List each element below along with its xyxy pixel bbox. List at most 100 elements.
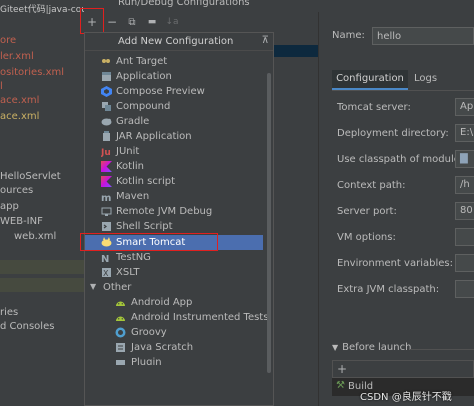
remove-config-button[interactable]: −: [104, 14, 120, 30]
vm-options-field[interactable]: [455, 228, 474, 246]
context-path-field[interactable]: /h: [455, 176, 474, 194]
popup-item-plugin[interactable]: Plugin: [85, 355, 263, 365]
popup-item-xslt[interactable]: X XSLT: [85, 265, 263, 280]
popup-item-junit[interactable]: Ju JUnit: [85, 144, 263, 159]
compound-icon: [102, 102, 111, 111]
popup-item-gradle[interactable]: Gradle: [85, 114, 263, 129]
svg-text:m: m: [101, 193, 111, 202]
folder-button[interactable]: ▬: [144, 14, 160, 30]
before-launch-section[interactable]: ▼ Before launch: [332, 342, 411, 353]
popup-item-android-instrumented-tests[interactable]: Android Instrumented Tests: [85, 310, 268, 325]
kotlin-icon: [101, 161, 112, 172]
tree-item[interactable]: web.xml: [14, 230, 56, 244]
popup-title: Add New Configuration: [118, 36, 234, 47]
maven-icon: m: [101, 193, 111, 202]
tab-logs[interactable]: Logs: [414, 70, 437, 90]
tree-item[interactable]: ler.xml: [0, 50, 34, 64]
environment-variables-field[interactable]: [455, 254, 474, 272]
popup-item-label: Maven: [116, 191, 150, 202]
popup-item-compound[interactable]: Compound: [85, 99, 263, 114]
popup-item-kotlin[interactable]: Kotlin: [85, 159, 263, 174]
name-input[interactable]: [372, 27, 474, 45]
tree-item[interactable]: l: [0, 80, 3, 94]
config-list-selected-row[interactable]: [274, 45, 318, 57]
before-launch-toolbar: +: [332, 360, 474, 378]
deployment-directory-field[interactable]: E:\: [455, 124, 474, 142]
popup-item-kotlin-script[interactable]: Kotlin script: [85, 174, 263, 189]
svg-text:Ju: Ju: [101, 148, 111, 157]
compose-icon: [101, 86, 112, 97]
before-launch-label: Before launch: [342, 342, 412, 353]
shell-icon: [102, 222, 111, 231]
classpath-module-label: Use classpath of module:: [337, 154, 464, 165]
popup-group-other[interactable]: ▼ Other: [85, 280, 263, 295]
extra-jvm-classpath-field[interactable]: [455, 280, 474, 298]
sort-button[interactable]: ↓a: [164, 14, 180, 30]
popup-item-java-scratch[interactable]: Java Scratch: [85, 340, 263, 355]
popup-item-label: Application: [116, 71, 172, 82]
tree-row-highlight: [0, 278, 84, 292]
popup-item-label: Remote JVM Debug: [116, 206, 213, 217]
popup-item-application[interactable]: Application: [85, 69, 263, 84]
popup-item-label: Shell Script: [116, 221, 173, 232]
tree-item[interactable]: ace.xml: [0, 94, 39, 108]
remote-debug-icon: [101, 207, 112, 216]
popup-item-groovy[interactable]: Groovy: [85, 325, 263, 340]
xslt-icon: X: [102, 268, 111, 278]
config-list[interactable]: [274, 32, 318, 406]
tree-item[interactable]: app: [0, 200, 19, 214]
window-title: Run/Debug Configurations: [118, 0, 250, 8]
popup-item-label: JUnit: [116, 146, 140, 157]
jar-icon: [103, 131, 110, 141]
vm-options-label: VM options:: [337, 232, 396, 243]
chevron-down-icon: ▼: [332, 343, 339, 352]
popup-item-maven[interactable]: m Maven: [85, 189, 263, 204]
popup-item-shell-script[interactable]: Shell Script: [85, 219, 263, 234]
popup-item-label: Kotlin script: [116, 176, 176, 187]
popup-item-remote-jvm-debug[interactable]: Remote JVM Debug: [85, 204, 263, 219]
before-launch-divider: [410, 349, 474, 350]
pin-icon[interactable]: ⊼: [262, 35, 269, 46]
gradle-icon: [101, 118, 112, 126]
tree-item[interactable]: d Consoles: [0, 320, 54, 334]
watermark-bottom: CSDN @良辰针不戳: [360, 392, 452, 403]
popup-item-label: Gradle: [116, 116, 150, 127]
popup-scrollbar[interactable]: [267, 73, 271, 373]
java-scratch-icon: [116, 343, 125, 352]
server-port-label: Server port:: [337, 206, 397, 217]
tab-configuration[interactable]: Configuration: [332, 70, 408, 90]
popup-item-label: Compound: [116, 101, 171, 112]
name-label: Name:: [332, 30, 365, 41]
add-button-highlight-box: [80, 8, 104, 34]
popup-item-label: Android App: [131, 297, 193, 308]
tomcat-server-label: Tomcat server:: [337, 102, 411, 113]
popup-item-label: Android Instrumented Tests: [131, 312, 269, 323]
tree-item[interactable]: ore: [0, 34, 16, 48]
window-titlebar: Run/Debug Configurations: [84, 0, 474, 12]
tree-item[interactable]: WEB-INF: [0, 215, 43, 229]
config-toolbar: + − ⧉ ▬ ↓a: [84, 12, 330, 32]
popup-item-testng[interactable]: N TestNG: [85, 250, 263, 265]
popup-item-label: Ant Target: [116, 56, 168, 67]
server-port-field[interactable]: 80: [455, 202, 474, 220]
popup-item-android-app[interactable]: Android App: [85, 295, 263, 310]
tree-item[interactable]: ace.xml: [0, 110, 39, 124]
smart-tomcat-highlight-box: [80, 233, 218, 251]
add-task-button[interactable]: +: [337, 362, 347, 376]
tree-item[interactable]: HelloServlet: [0, 170, 61, 184]
popup-item-jar-application[interactable]: JAR Application: [85, 129, 263, 144]
popup-item-label: Kotlin: [116, 161, 144, 172]
popup-item-compose-preview[interactable]: Compose Preview: [85, 84, 263, 99]
popup-item-ant-target[interactable]: Ant Target: [85, 54, 263, 69]
groovy-icon: [115, 327, 126, 338]
tree-item[interactable]: ositories.xml: [0, 66, 64, 80]
tabs-divider: [332, 90, 474, 91]
tomcat-server-select[interactable]: Ap: [455, 98, 474, 116]
project-tree: ore ler.xml ositories.xml l ace.xml ace.…: [0, 0, 84, 406]
classpath-module-select[interactable]: ▇: [455, 150, 474, 168]
popup-group-label: Other: [103, 282, 132, 293]
popup-item-label: Compose Preview: [116, 86, 205, 97]
tree-item[interactable]: ources: [0, 184, 33, 198]
copy-config-button[interactable]: ⧉: [124, 14, 140, 30]
tree-item[interactable]: ries: [0, 306, 18, 320]
